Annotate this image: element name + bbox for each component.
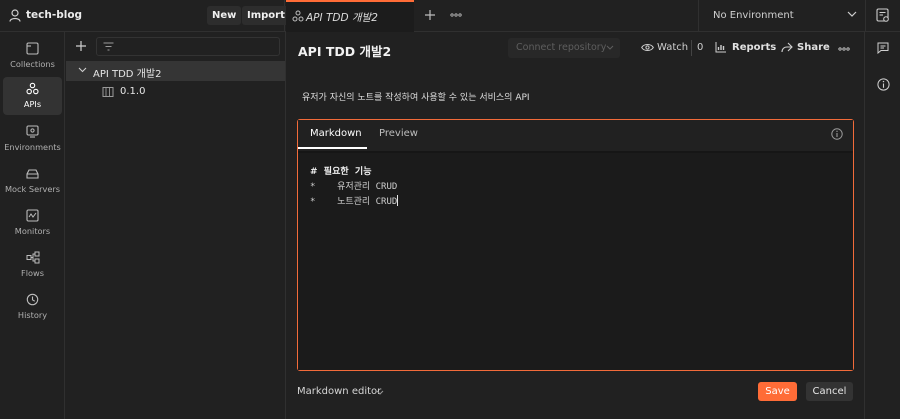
page-title: API TDD 개발2 — [298, 44, 392, 59]
sidebar-item-collections[interactable]: Collections — [3, 37, 62, 75]
tab-preview[interactable]: Preview — [379, 128, 418, 139]
right-sidebar — [864, 32, 900, 419]
editor-textarea[interactable]: # 필요한 기능 * 유저관리 CRUD * 노트관리 CRUD — [298, 151, 853, 370]
cancel-button[interactable]: Cancel — [806, 382, 853, 401]
new-tab-plus-icon[interactable] — [423, 8, 437, 22]
search-input[interactable] — [96, 37, 280, 56]
markdown-editor: Markdown Preview # 필요한 기능 * 유저관리 CRUD * … — [297, 119, 854, 371]
sidebar-item-label: Mock Servers — [4, 184, 61, 194]
connect-repository-button[interactable]: Connect repository — [508, 38, 620, 58]
import-button[interactable]: Import — [242, 6, 290, 25]
sidebar-item-history[interactable]: History — [3, 288, 62, 326]
sidebar-item-label: Collections — [10, 59, 55, 69]
info-icon[interactable] — [877, 78, 890, 91]
sidebar-item-flows[interactable]: Flows — [3, 246, 62, 284]
collections-icon — [26, 42, 39, 55]
api-tree-panel: API TDD 개발2 0.1.0 — [66, 32, 286, 419]
editor-line: # 필요한 기능 — [310, 167, 372, 177]
sidebar-item-monitors[interactable]: Monitors — [3, 204, 62, 242]
main-content: API TDD 개발2 Connect repository Watch 0 R… — [286, 32, 864, 419]
history-icon — [26, 293, 39, 306]
tree-item-version-label: 0.1.0 — [120, 86, 146, 97]
eye-icon[interactable] — [641, 43, 654, 52]
api-icon — [292, 10, 304, 22]
sidebar-item-mock-servers[interactable]: Mock Servers — [3, 162, 62, 200]
share-button[interactable]: Share — [797, 42, 830, 53]
chevron-down-icon[interactable] — [78, 67, 87, 73]
more-tabs-icon[interactable] — [450, 13, 462, 17]
apis-icon — [26, 82, 39, 95]
chevron-down-icon — [847, 11, 857, 18]
tree-item-api[interactable]: API TDD 개발2 — [66, 61, 285, 81]
sidebar-item-label: History — [17, 310, 48, 320]
save-button[interactable]: Save — [758, 382, 797, 401]
sidebar-item-environments[interactable]: Environments — [3, 120, 62, 158]
tree-item-version[interactable]: 0.1.0 — [66, 82, 285, 102]
chevron-down-icon[interactable] — [376, 390, 384, 395]
environments-icon — [26, 125, 39, 138]
reports-icon[interactable] — [715, 42, 726, 53]
add-api-plus-icon[interactable] — [75, 40, 87, 52]
connect-repository-label: Connect repository — [516, 42, 607, 53]
reports-button[interactable]: Reports — [732, 42, 776, 53]
watch-count: 0 — [697, 42, 704, 53]
markdown-editor-select[interactable]: Markdown editor — [297, 386, 381, 397]
editor-line: * 유저관리 CRUD — [310, 182, 398, 192]
monitors-icon — [26, 209, 39, 222]
workspace-header: tech-blog New Import — [0, 0, 290, 32]
tab-label: API TDD 개발2 — [306, 12, 378, 24]
more-options-icon[interactable] — [838, 47, 850, 51]
top-bar: tech-blog New Import API TDD 개발2 No Envi… — [0, 0, 900, 32]
sidebar-item-label: Environments — [4, 142, 61, 152]
editor-tabs: Markdown Preview — [298, 120, 853, 149]
watch-button[interactable]: Watch — [657, 42, 688, 53]
filter-icon — [103, 42, 114, 51]
api-description: 유저가 자신의 노트를 작성하여 사용할 수 있는 서비스의 API — [302, 93, 530, 103]
tree-item-api-label: API TDD 개발2 — [93, 69, 162, 80]
comments-icon[interactable] — [877, 42, 889, 54]
active-tab-indicator — [298, 147, 367, 149]
share-icon[interactable] — [781, 42, 793, 53]
new-button[interactable]: New — [207, 6, 242, 25]
sidebar-item-label: APIs — [23, 99, 42, 109]
sidebar-item-label: Flows — [21, 268, 44, 278]
tab-markdown[interactable]: Markdown — [310, 128, 362, 139]
left-sidebar: Collections APIs Environments Mock Serve… — [0, 32, 65, 419]
mock-servers-icon — [26, 167, 39, 180]
version-icon — [102, 86, 114, 98]
divider — [691, 40, 692, 56]
environment-selector[interactable]: No Environment — [698, 0, 866, 32]
text-cursor — [397, 195, 399, 206]
chevron-down-icon — [606, 45, 614, 50]
sidebar-item-label: Monitors — [14, 226, 51, 236]
tab-api-tdd[interactable]: API TDD 개발2 — [286, 0, 414, 32]
editor-line: * 노트관리 CRUD — [310, 197, 398, 207]
user-icon — [9, 9, 21, 22]
environment-label: No Environment — [713, 10, 794, 21]
sidebar-item-apis[interactable]: APIs — [3, 77, 62, 115]
flows-icon — [26, 251, 40, 264]
editor-line-with-cursor: * 노트관리 CRUD — [310, 194, 399, 207]
info-icon[interactable] — [831, 128, 843, 140]
environment-settings-icon[interactable] — [876, 8, 890, 23]
workspace-name[interactable]: tech-blog — [26, 9, 82, 21]
